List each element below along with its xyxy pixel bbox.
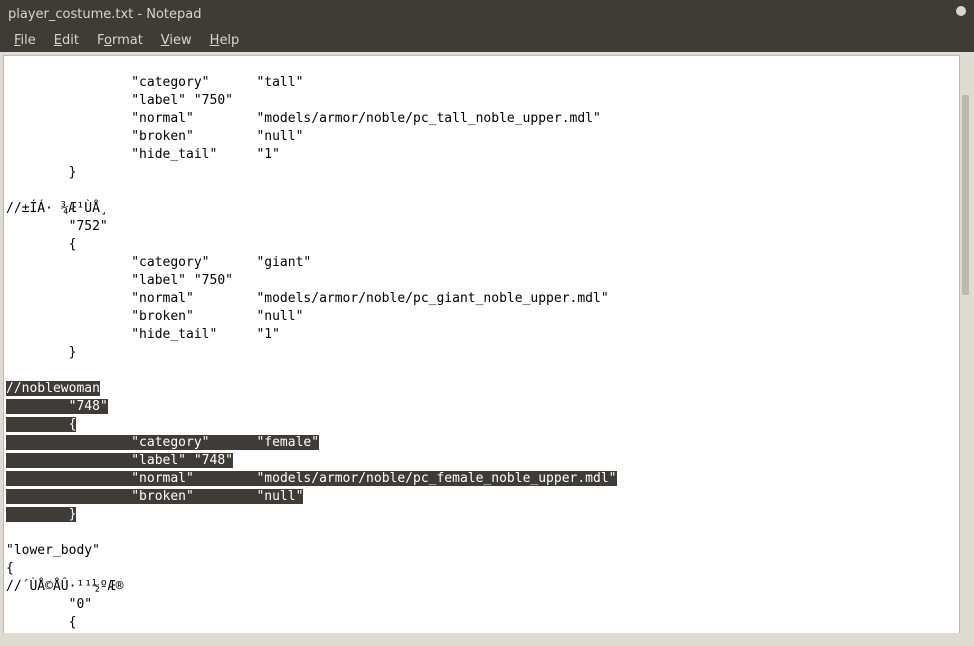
selected-text: "748" — [6, 399, 108, 414]
text-line: //±ÍÁ· ¾Æ¹ÙÅ¸ — [6, 201, 108, 216]
selected-text: { — [6, 417, 76, 432]
selected-text: "label" "748" — [6, 453, 233, 468]
text-line: "label" "750" — [6, 273, 233, 288]
text-line: "lower_body" — [6, 543, 100, 558]
text-line: "752" — [6, 219, 108, 234]
selected-text: "category" "female" — [6, 435, 319, 450]
menu-file[interactable]: File — [6, 31, 44, 50]
text-line: "hide_tail" "1" — [6, 147, 280, 162]
text-line: } — [6, 165, 76, 180]
text-line: { — [6, 237, 76, 252]
notepad-window: player_costume.txt - Notepad File Edit F… — [0, 0, 974, 646]
scrollbar-thumb[interactable] — [962, 95, 969, 295]
text-line: "hide_tail" "1" — [6, 327, 280, 342]
text-line: { — [6, 561, 14, 576]
text-line: "normal" "models/armor/noble/pc_giant_no… — [6, 291, 609, 306]
text-line: "normal" "models/armor/noble/pc_tall_nob… — [6, 111, 601, 126]
text-line: "label" "750" — [6, 93, 233, 108]
text-line: { — [6, 615, 76, 630]
menubar: File Edit Format View Help — [0, 28, 974, 52]
selected-text: } — [6, 507, 76, 522]
menu-help[interactable]: Help — [202, 31, 248, 50]
text-editor[interactable]: "category" "tall" "label" "750" "normal"… — [3, 55, 971, 643]
selected-text: "broken" "null" — [6, 489, 303, 504]
menu-format[interactable]: Format — [89, 31, 151, 50]
text-line: "broken" "null" — [6, 129, 303, 144]
menu-view[interactable]: View — [153, 31, 200, 50]
selected-text: //noblewoman — [6, 381, 100, 396]
minimize-icon[interactable] — [956, 6, 966, 16]
text-content[interactable]: "category" "tall" "label" "750" "normal"… — [4, 74, 970, 643]
text-line: } — [6, 345, 76, 360]
titlebar[interactable]: player_costume.txt - Notepad — [0, 0, 974, 28]
selected-text: "models/armor/noble/pc_female_noble_uppe… — [249, 471, 617, 486]
text-line: "category" "giant" — [6, 255, 311, 270]
statusbar — [3, 633, 971, 643]
window-title: player_costume.txt - Notepad — [8, 7, 201, 22]
menu-edit[interactable]: Edit — [46, 31, 87, 50]
window-controls — [956, 6, 966, 16]
text-line: "category" "tall" — [6, 75, 303, 90]
text-line: "broken" "null" — [6, 309, 303, 324]
vertical-scrollbar[interactable] — [959, 55, 971, 633]
text-line: "0" — [6, 597, 92, 612]
client-area: "category" "tall" "label" "750" "normal"… — [0, 52, 974, 646]
text-line: //´ÙÅ©ÅÛ·¹¹½ºÆ® — [6, 579, 123, 594]
selected-text: "normal" — [6, 471, 249, 486]
